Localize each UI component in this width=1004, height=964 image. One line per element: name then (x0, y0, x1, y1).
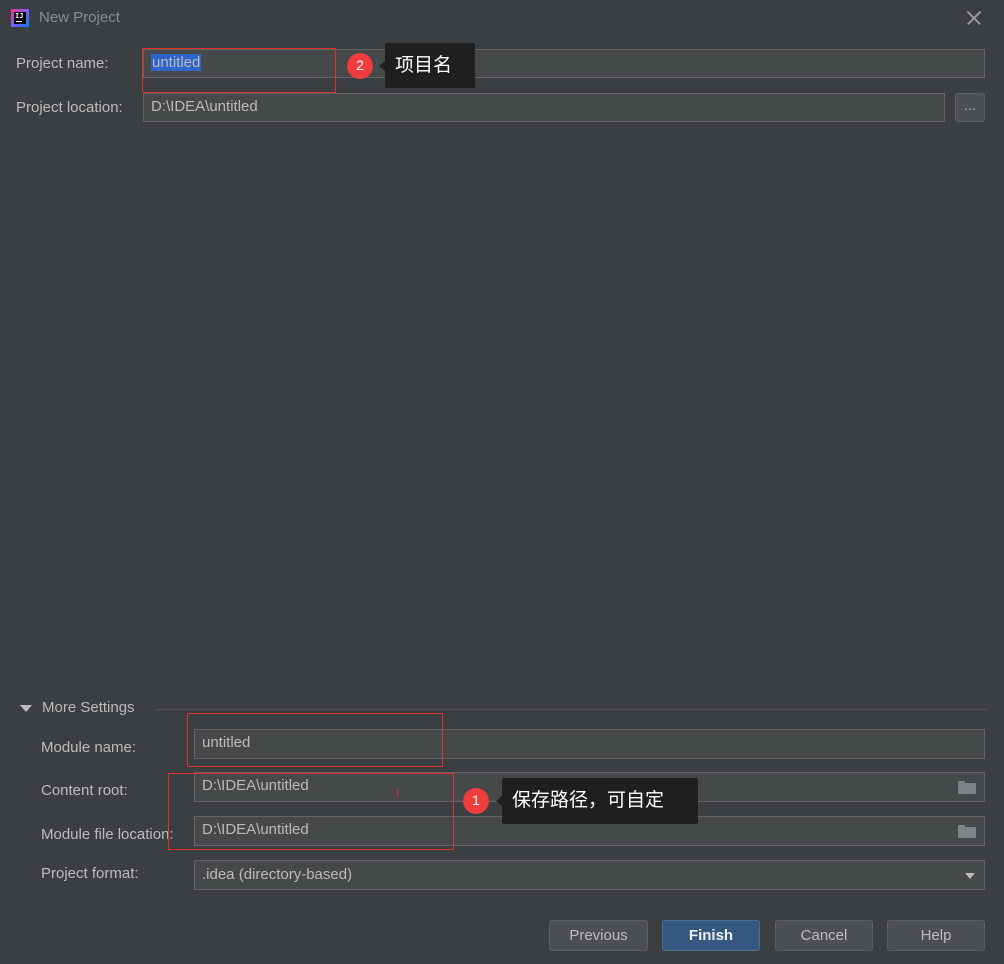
help-button[interactable]: Help (887, 920, 985, 951)
window-title: New Project (39, 9, 120, 26)
previous-button[interactable]: Previous (549, 920, 648, 951)
title-bar: IJ New Project (0, 0, 1004, 36)
close-icon[interactable] (962, 6, 986, 30)
finish-button[interactable]: Finish (662, 920, 760, 951)
chevron-down-icon (965, 873, 975, 879)
project-location-label: Project location: (16, 99, 123, 116)
new-project-dialog: IJ New Project Project name: untitled Pr… (0, 0, 1004, 964)
annotation-highlight-paths (168, 773, 454, 850)
browse-button[interactable]: ... (955, 93, 985, 122)
annotation-highlight-module-name (187, 713, 443, 767)
module-name-label: Module name: (41, 739, 137, 756)
content-root-label: Content root: (41, 782, 128, 799)
project-location-input[interactable]: D:\IDEA\untitled (143, 93, 945, 122)
app-logo-icon: IJ (11, 9, 29, 27)
project-name-label: Project name: (16, 55, 109, 72)
project-format-label: Project format: (41, 865, 139, 882)
cancel-button[interactable]: Cancel (775, 920, 873, 951)
annotation-highlight-project-name (142, 48, 336, 93)
separator (155, 709, 987, 710)
annotation-callout-1: 保存路径，可自定 (502, 778, 698, 824)
triangle-down-icon (20, 705, 32, 712)
folder-icon[interactable] (958, 781, 976, 794)
project-format-select[interactable]: .idea (directory-based) (194, 860, 985, 890)
annotation-badge-2: 2 (347, 53, 373, 79)
folder-icon[interactable] (958, 825, 976, 838)
project-format-value: .idea (directory-based) (202, 866, 353, 883)
more-settings-label: More Settings (42, 699, 135, 716)
text-cursor (397, 789, 398, 797)
annotation-badge-1: 1 (463, 788, 489, 814)
module-file-location-label: Module file location: (41, 826, 174, 843)
annotation-callout-2: 项目名 (385, 43, 475, 88)
